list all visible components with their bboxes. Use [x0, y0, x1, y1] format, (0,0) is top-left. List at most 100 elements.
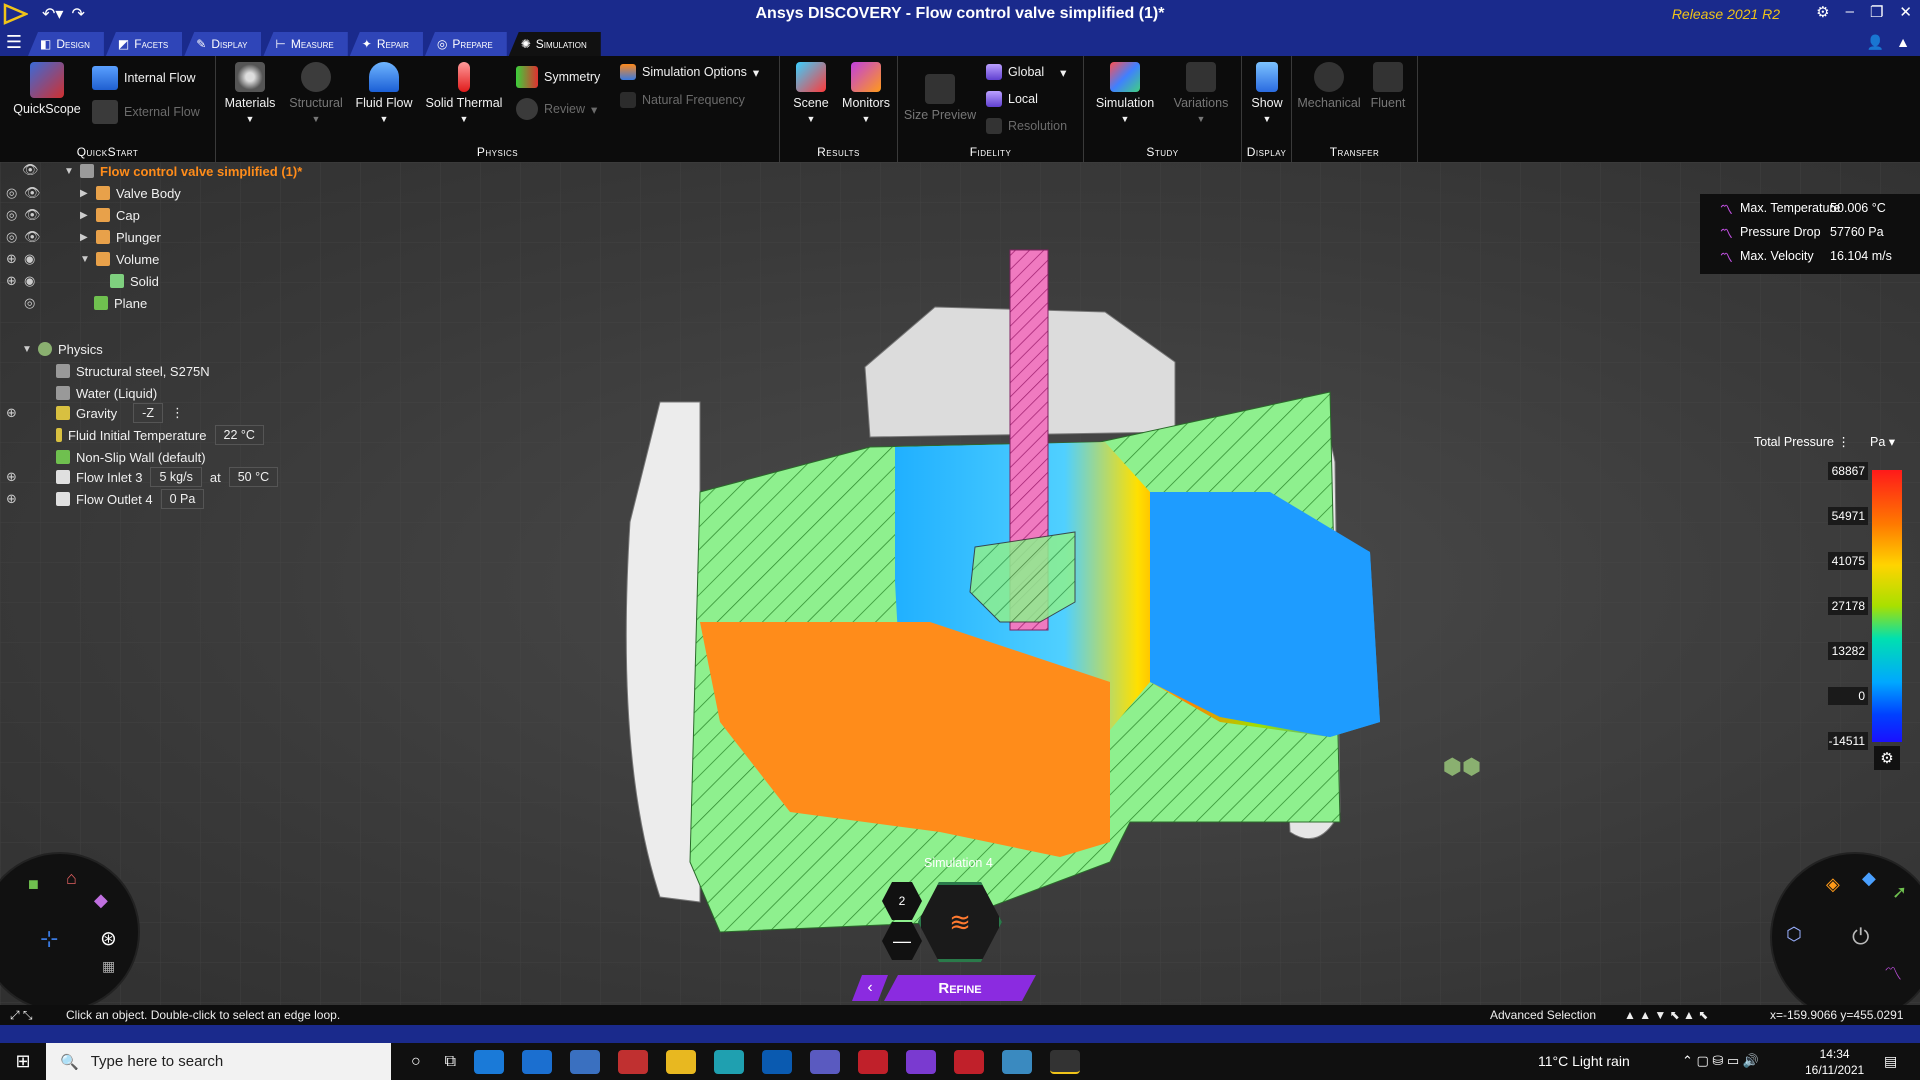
user-icon[interactable]: 👤 — [1867, 34, 1884, 51]
valve-model-render[interactable] — [0, 162, 1920, 1005]
monitors-button[interactable]: Monitors ▼ — [838, 62, 894, 124]
wheel-icon[interactable]: ⊛ — [100, 926, 117, 951]
resolution-button[interactable]: Resolution — [986, 118, 1067, 134]
app-purple-icon[interactable] — [906, 1049, 937, 1074]
app-bird-icon[interactable] — [1002, 1049, 1033, 1074]
enable-toggle-icon[interactable]: ⊕ — [6, 491, 17, 507]
selection-arrows-icon[interactable]: ▲ ▲ ▼ ⬉ ▲ ⬉ — [1624, 1008, 1708, 1022]
expand-icon[interactable]: ▶ — [80, 210, 90, 221]
tree-flow-inlet[interactable]: Flow Inlet 3 5 kg/s at 50 °C — [56, 466, 279, 488]
minimize-button[interactable]: – — [1846, 3, 1854, 21]
fluid-temp-value[interactable]: 22 °C — [214, 425, 264, 445]
hide-toggle-icon[interactable]: ◎ — [6, 207, 17, 223]
natural-frequency-button[interactable]: Natural Frequency — [620, 92, 745, 108]
show-button[interactable]: Show ▼ — [1246, 62, 1288, 124]
result-pressure-drop[interactable]: 〽 Pressure Drop 57760 Pa — [1720, 222, 1884, 242]
outlook-icon[interactable] — [762, 1049, 793, 1074]
enable-toggle-icon[interactable]: ⊕ — [6, 405, 17, 421]
checker-icon[interactable]: ▦ — [102, 958, 115, 975]
tree-gravity[interactable]: Gravity -Z ⋮ — [56, 402, 184, 424]
wifi-app-icon[interactable] — [474, 1049, 505, 1074]
external-flow-button[interactable]: External Flow — [92, 100, 200, 124]
inlet-flow-value[interactable]: 5 kg/s — [150, 467, 202, 487]
variations-button[interactable]: Variations ▼ — [1164, 62, 1238, 124]
tree-material-steel[interactable]: Structural steel, S275N — [56, 360, 210, 382]
tree-item-solid[interactable]: Solid — [110, 270, 159, 292]
solidworks-2022-icon[interactable] — [954, 1049, 985, 1074]
monitor-chart-icon[interactable]: 〽 — [1884, 960, 1902, 986]
close-button[interactable]: ✕ — [1899, 3, 1912, 21]
review-button[interactable]: Review ▾ — [516, 98, 597, 120]
expand-icon[interactable]: ▶ — [80, 232, 90, 243]
view-hex-icon[interactable]: ⬢⬢ — [1432, 754, 1492, 794]
tab-design[interactable]: ◧ Design — [28, 32, 104, 56]
task-view-icon[interactable]: ⧉ — [445, 1053, 456, 1071]
3d-viewport[interactable]: 👁 ▼ Flow control valve simplified (1)* ◎… — [0, 162, 1920, 1005]
tab-repair[interactable]: ✦ Repair — [349, 32, 423, 56]
mechanical-button[interactable]: Mechanical — [1296, 62, 1362, 110]
quickscope-button[interactable]: QuickScope — [10, 62, 84, 116]
system-tray-icons[interactable]: ⌃ ▢ ⛁ ▭ 🔊 — [1682, 1053, 1759, 1069]
taskbar-clock[interactable]: 14:34 16/11/2021 — [1805, 1046, 1864, 1078]
enable-toggle-icon[interactable]: ⊕ — [6, 469, 17, 485]
undo-icon[interactable]: ↶▾ — [42, 4, 63, 24]
redo-icon[interactable]: ↷ — [71, 4, 84, 24]
result-max-temperature[interactable]: 〽 Max. Temperature 50.006 °C — [1720, 198, 1886, 218]
structural-button[interactable]: Structural ▼ — [286, 62, 346, 124]
tree-item-cap[interactable]: ▶ Cap — [80, 204, 140, 226]
cube-icon[interactable]: ■ — [28, 874, 39, 895]
symmetry-button[interactable]: Symmetry — [516, 66, 600, 88]
eye-icon[interactable]: ◎ — [24, 295, 35, 311]
more-options-icon[interactable]: ⋮ — [171, 405, 184, 421]
windows-start-icon[interactable]: ⊞ — [0, 1043, 46, 1080]
collapse-icon[interactable]: ▼ — [80, 254, 90, 265]
eye-icon[interactable]: 👁 — [24, 207, 41, 223]
file-explorer-icon[interactable] — [666, 1049, 697, 1074]
home-icon[interactable]: ⌂ — [66, 868, 77, 889]
tree-root[interactable]: ▼ Flow control valve simplified (1)* — [64, 162, 302, 182]
hide-toggle-icon[interactable]: ⊕ — [6, 251, 17, 267]
fluent-button[interactable]: Fluent — [1362, 62, 1414, 110]
tree-visibility-toggle-icon[interactable]: 👁 — [22, 162, 39, 178]
box-icon[interactable]: ◆ — [94, 890, 108, 911]
materials-button[interactable]: Materials ▼ — [220, 62, 280, 124]
tree-physics[interactable]: ▼ Physics — [22, 338, 103, 360]
ansys-discovery-taskbar-icon[interactable] — [1050, 1049, 1081, 1074]
teams-icon[interactable] — [810, 1049, 841, 1074]
layers-icon[interactable]: ◈ — [1826, 874, 1840, 895]
tree-flow-outlet[interactable]: Flow Outlet 4 0 Pa — [56, 488, 205, 510]
outlet-value[interactable]: 0 Pa — [160, 489, 205, 509]
app-icon[interactable] — [618, 1049, 649, 1074]
collapse-icon[interactable]: ▼ — [64, 166, 74, 177]
tree-fluid-temperature[interactable]: Fluid Initial Temperature 22 °C — [56, 424, 264, 446]
advanced-selection-label[interactable]: Advanced Selection — [1490, 1008, 1596, 1022]
eye-icon[interactable]: ◉ — [24, 273, 35, 289]
weather-widget[interactable]: 11°C Light rain — [1538, 1053, 1630, 1069]
settings-icon[interactable]: ⚙ — [1816, 3, 1829, 21]
mesh-icon[interactable]: ⬡ — [1786, 924, 1802, 945]
edge-icon[interactable] — [714, 1049, 745, 1074]
gravity-value[interactable]: -Z — [133, 403, 163, 423]
tab-facets[interactable]: ◩ Facets — [105, 32, 183, 56]
hide-toggle-icon[interactable]: ◎ — [6, 229, 17, 245]
legend-title[interactable]: Total Pressure ⋮ — [1754, 434, 1850, 449]
edge-legacy-icon[interactable] — [522, 1049, 553, 1074]
fluid-flow-button[interactable]: Fluid Flow ▼ — [352, 62, 416, 124]
notifications-icon[interactable]: ▤ — [1884, 1053, 1897, 1070]
tree-material-water[interactable]: Water (Liquid) — [56, 382, 157, 404]
size-preview-button[interactable]: Size Preview — [902, 74, 978, 122]
tree-item-volume[interactable]: ▼ Volume — [80, 248, 159, 270]
more-options-icon[interactable]: ⋮ — [1837, 435, 1850, 449]
solidworks-2021-icon[interactable] — [858, 1049, 889, 1074]
tree-item-plane[interactable]: Plane — [94, 292, 147, 314]
scene-button[interactable]: Scene ▼ — [784, 62, 838, 124]
inlet-temp-value[interactable]: 50 °C — [228, 467, 279, 487]
eye-icon[interactable]: 👁 — [24, 229, 41, 245]
internal-flow-button[interactable]: Internal Flow — [92, 66, 196, 90]
simulation-options-button[interactable]: Simulation Options ▾ — [620, 64, 759, 80]
tab-simulation[interactable]: ✺ Simulation — [508, 32, 601, 56]
hide-toggle-icon[interactable]: ◎ — [6, 185, 17, 201]
calculator-icon[interactable] — [570, 1049, 601, 1074]
tab-prepare[interactable]: ◎ Prepare — [424, 32, 507, 56]
arrow-icon[interactable]: ➚ — [1892, 882, 1907, 903]
